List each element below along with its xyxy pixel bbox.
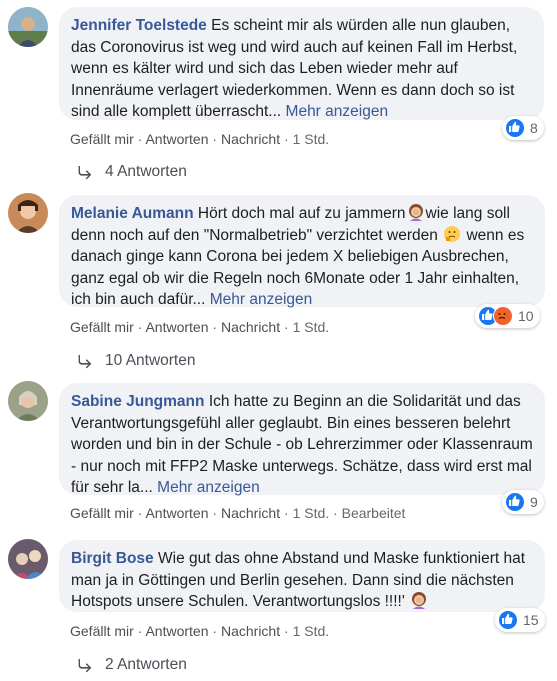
reaction-count: 8	[530, 120, 538, 136]
comment-bubble: Birgit Bose Wie gut das ohne Abstand und…	[59, 540, 545, 612]
view-replies-button[interactable]: 10 Antworten	[77, 352, 195, 370]
avatar[interactable]	[8, 193, 48, 233]
reply-button[interactable]: Antworten	[145, 131, 208, 147]
like-button[interactable]: Gefällt mir	[70, 131, 134, 147]
see-more-link[interactable]: Mehr anzeigen	[157, 479, 260, 496]
woman-facepalming-icon	[410, 591, 428, 609]
comment-actions: Gefällt mir · Antworten · Nachricht · 1 …	[70, 623, 330, 639]
avatar[interactable]	[8, 381, 48, 421]
reaction-count: 15	[523, 612, 539, 628]
reaction-summary[interactable]: 8	[502, 116, 544, 140]
thinking-face-icon	[443, 225, 461, 243]
reply-button[interactable]: Antworten	[145, 319, 208, 335]
view-replies-button[interactable]: 2 Antworten	[77, 656, 187, 674]
comment-actions: Gefällt mir · Antworten · Nachricht · 1 …	[70, 505, 406, 521]
comment-bubble: Melanie Aumann Hört doch mal auf zu jamm…	[59, 195, 545, 308]
message-button[interactable]: Nachricht	[221, 319, 280, 335]
like-icon	[505, 118, 525, 138]
reply-arrow-icon	[77, 657, 93, 673]
reply-arrow-icon	[77, 353, 93, 369]
avatar[interactable]	[8, 539, 48, 579]
reaction-summary[interactable]: 10	[475, 304, 540, 328]
like-button[interactable]: Gefällt mir	[70, 319, 134, 335]
edited-label[interactable]: Bearbeitet	[342, 505, 406, 521]
replies-label: 10 Antworten	[105, 352, 196, 369]
view-replies-button[interactable]: 4 Antworten	[77, 163, 187, 181]
like-button[interactable]: Gefällt mir	[70, 623, 134, 639]
message-button[interactable]: Nachricht	[221, 131, 280, 147]
like-icon	[498, 610, 518, 630]
message-button[interactable]: Nachricht	[221, 505, 280, 521]
comment-time[interactable]: 1 Std.	[293, 623, 330, 639]
comment-time[interactable]: 1 Std.	[293, 131, 330, 147]
reaction-count: 10	[518, 308, 534, 324]
comment-actions: Gefällt mir · Antworten · Nachricht · 1 …	[70, 131, 330, 147]
comment-author[interactable]: Sabine Jungmann	[71, 393, 205, 410]
reaction-count: 9	[530, 494, 538, 510]
comment-author[interactable]: Jennifer Toelstede	[71, 17, 207, 34]
comment-time[interactable]: 1 Std.	[293, 505, 330, 521]
woman-facepalming-icon	[407, 203, 425, 221]
comment-time[interactable]: 1 Std.	[293, 319, 330, 335]
reaction-summary[interactable]: 15	[495, 608, 545, 632]
see-more-link[interactable]: Mehr anzeigen	[286, 103, 389, 120]
see-more-link[interactable]: Mehr anzeigen	[210, 291, 313, 308]
comment-actions: Gefällt mir · Antworten · Nachricht · 1 …	[70, 319, 330, 335]
reaction-summary[interactable]: 9	[502, 490, 544, 514]
reply-button[interactable]: Antworten	[145, 623, 208, 639]
like-icon	[505, 492, 525, 512]
angry-icon	[493, 306, 513, 326]
comment-bubble: Jennifer Toelstede Es scheint mir als wü…	[59, 7, 544, 120]
replies-label: 4 Antworten	[105, 163, 187, 180]
comment-bubble: Sabine Jungmann Ich hatte zu Beginn an d…	[59, 383, 545, 496]
like-button[interactable]: Gefällt mir	[70, 505, 134, 521]
comment-text-part: Hört doch mal auf zu jammern	[197, 205, 406, 222]
replies-label: 2 Antworten	[105, 656, 187, 673]
comment-author[interactable]: Birgit Bose	[71, 550, 154, 567]
avatar[interactable]	[8, 7, 48, 47]
comment-author[interactable]: Melanie Aumann	[71, 205, 194, 222]
reply-button[interactable]: Antworten	[145, 505, 208, 521]
reply-arrow-icon	[77, 164, 93, 180]
message-button[interactable]: Nachricht	[221, 623, 280, 639]
